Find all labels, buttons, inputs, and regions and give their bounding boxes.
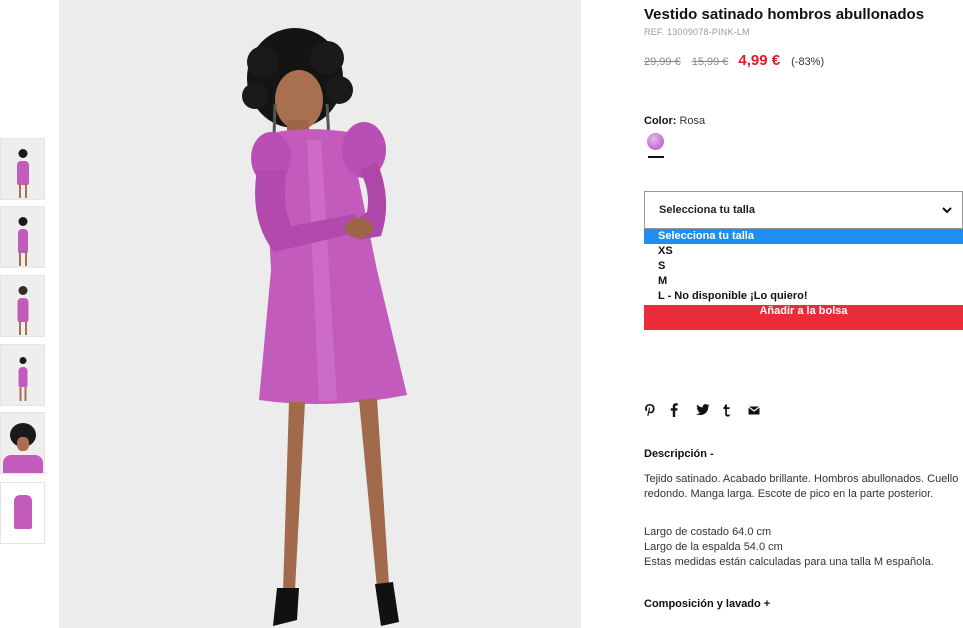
thumbnail-3[interactable] [0,275,45,337]
color-label-row: Color: Rosa [644,115,705,127]
thumbnail-figure [19,387,26,401]
thumbnail-figure [18,149,27,158]
measure-back-length: Largo de la espalda 54.0 cm [644,541,783,553]
size-option-xs[interactable]: XS [644,244,963,259]
thumbnail-5[interactable] [0,412,45,474]
thumbnail-figure [18,217,27,226]
product-reference: REF. 13009078-PINK-LM [644,27,750,37]
size-option-m[interactable]: M [644,274,963,289]
thumbnail-1[interactable] [0,138,45,200]
size-option-l[interactable]: L - No disponible ¡Lo quiero! [644,289,963,304]
thumbnail-figure [13,495,32,529]
size-dropdown-list: Selecciona tu talla XS S M L - No dispon… [644,229,963,304]
color-label: Color: [644,115,677,127]
description-text: Tejido satinado. Acabado brillante. Homb… [644,473,959,500]
thumbnail-figure [17,229,28,253]
thumbnail-figure [18,252,27,266]
thumbnail-figure [18,367,27,387]
swatch-selected-indicator [648,156,664,158]
description-heading[interactable]: Descripción - [644,448,714,460]
model-illustration [59,0,581,628]
pinterest-icon[interactable] [644,402,670,418]
measure-side-length: Largo de costado 64.0 cm [644,526,772,538]
measure-note: Estas medidas están calculadas para una … [644,556,934,568]
thumbnail-figure [17,298,28,322]
share-icons [644,402,774,418]
thumbnail-figure [18,321,27,335]
color-value: Rosa [679,115,706,127]
thumbnail-figure [18,184,27,198]
size-select[interactable]: Selecciona tu talla [644,191,963,229]
email-icon[interactable] [748,402,774,418]
thumbnail-4[interactable] [0,344,45,406]
twitter-icon[interactable] [696,402,722,418]
thumbnail-figure [2,455,43,473]
tumblr-icon[interactable] [722,402,748,418]
price-block: 29,99 € 15,99 € 4,99 € (-83%) [644,52,824,69]
color-swatch-rosa[interactable] [647,133,664,150]
thumbnail-2[interactable] [0,206,45,268]
product-photo [59,0,581,628]
thumbnail-figure [16,161,29,185]
thumbnail-figure [19,357,26,364]
thumbnail-figure [16,437,29,451]
discount-badge: (-83%) [791,56,825,68]
facebook-icon[interactable] [670,402,696,418]
add-to-bag-button[interactable]: Añadir a la bolsa [644,305,963,330]
composition-heading[interactable]: Composición y lavado + [644,598,770,610]
size-option-placeholder[interactable]: Selecciona tu talla [644,229,963,244]
price-current: 4,99 € [738,52,781,69]
price-previous: 15,99 € [691,56,729,68]
thumbnail-6[interactable] [0,482,45,544]
size-select-label: Selecciona tu talla [659,204,755,216]
thumbnail-figure [18,286,27,295]
measurements: Largo de costado 64.0 cm Largo de la esp… [644,525,963,570]
size-option-s[interactable]: S [644,259,963,274]
product-title: Vestido satinado hombros abullonados [644,6,925,23]
chevron-down-icon [942,207,952,214]
price-original: 29,99 € [644,56,681,68]
